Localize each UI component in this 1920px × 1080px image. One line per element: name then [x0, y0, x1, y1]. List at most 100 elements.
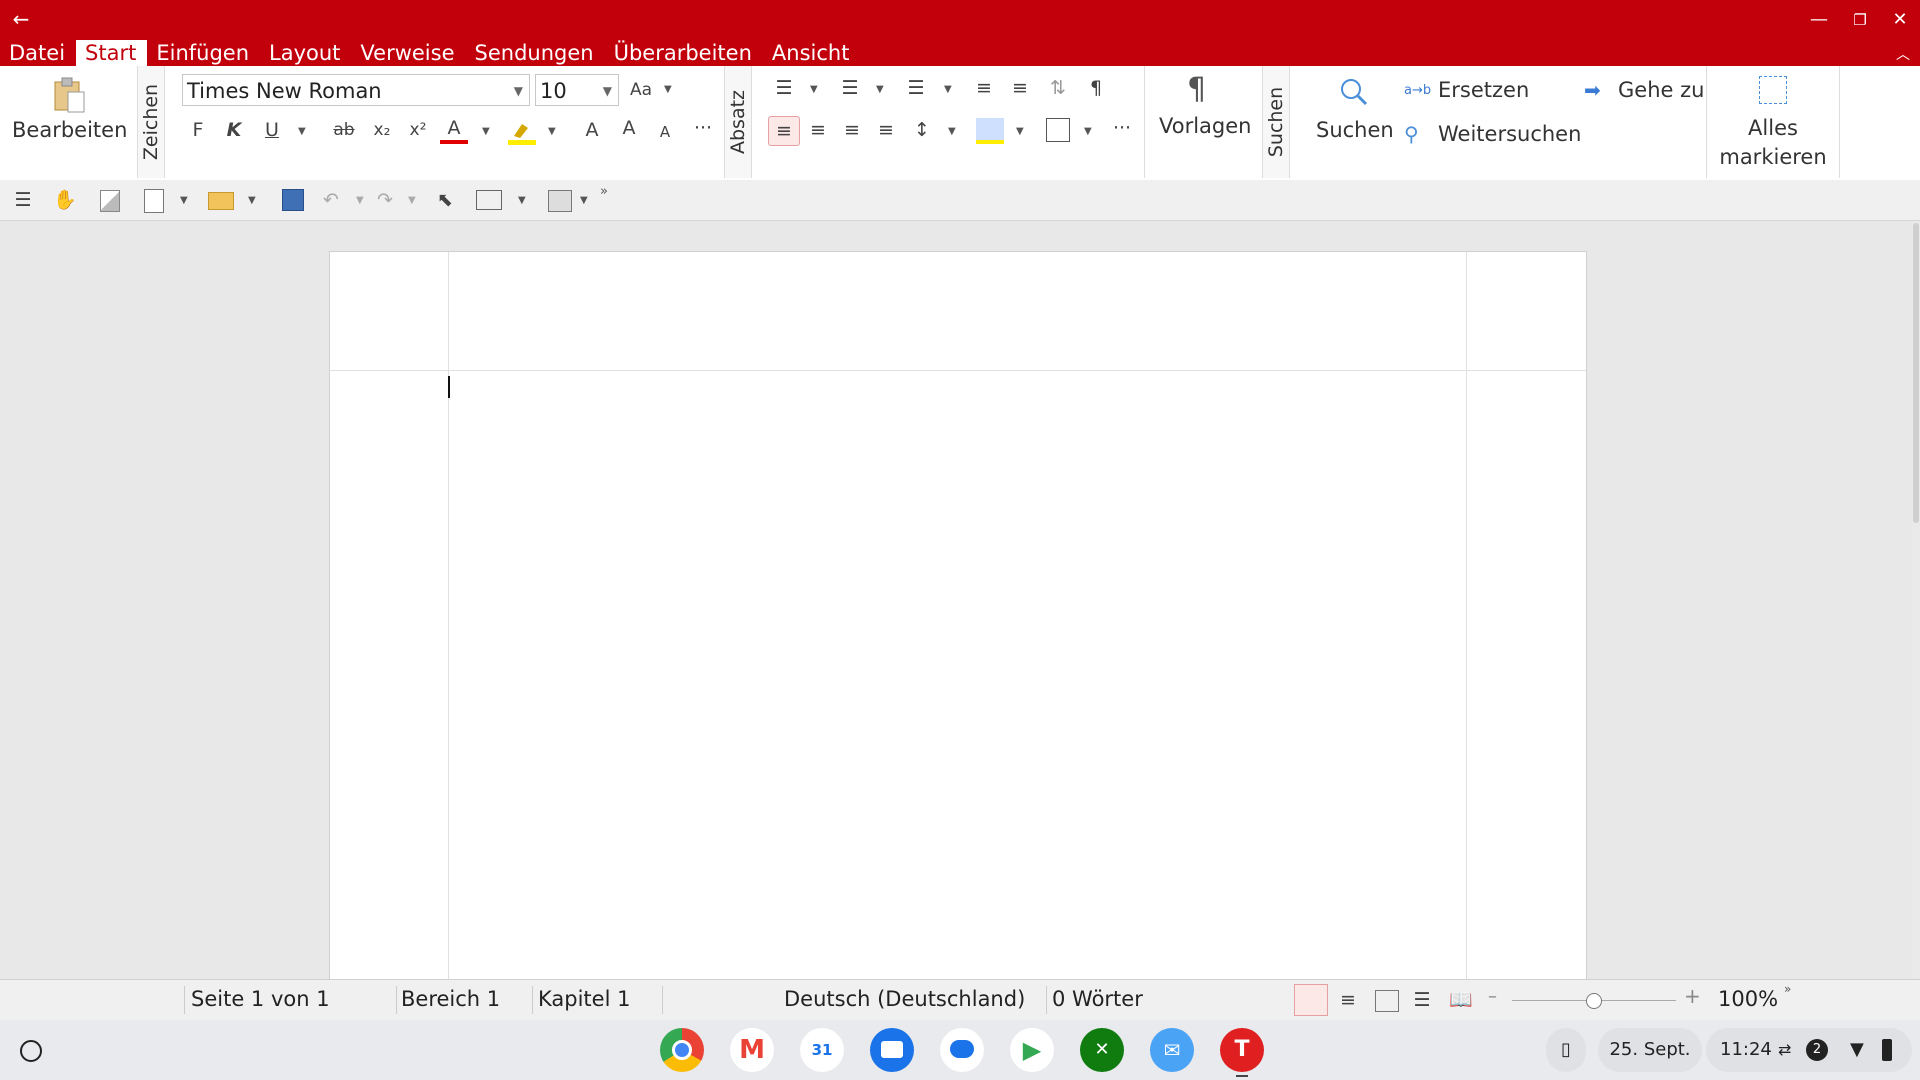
open-folder-icon[interactable] [208, 192, 234, 210]
textmaker-icon[interactable]: T [1220, 1028, 1264, 1072]
view-outline-icon[interactable]: ☰ [1410, 986, 1434, 1014]
mail-icon[interactable]: ✉ [1150, 1028, 1194, 1072]
minimize-icon[interactable]: — [1805, 8, 1833, 32]
chevron-down-icon[interactable]: ▼ [1084, 126, 1092, 137]
find-next-button[interactable]: ⚲ Weitersuchen [1404, 120, 1581, 148]
scrollbar-thumb[interactable] [1913, 223, 1919, 523]
game-pass-icon[interactable]: ✕ [1080, 1028, 1124, 1072]
group-absatz[interactable]: Absatz [724, 66, 752, 178]
hand-icon[interactable]: ✋ [52, 186, 78, 214]
clear-format-icon[interactable]: A [578, 116, 606, 144]
view-page-icon[interactable] [1294, 984, 1328, 1016]
chevron-down-icon[interactable]: ▼ [1016, 126, 1024, 137]
overflow-icon[interactable]: » [600, 184, 608, 199]
menu-einfuegen[interactable]: Einfügen [147, 40, 260, 66]
language-status[interactable]: Deutsch (Deutschland) [784, 987, 1025, 1011]
align-right-icon[interactable]: ≡ [838, 116, 866, 144]
view-continuous-icon[interactable]: ≡ [1336, 986, 1360, 1014]
group-zeichen[interactable]: Zeichen [137, 66, 165, 178]
group-suchen[interactable]: Suchen [1262, 66, 1290, 178]
menu-datei[interactable]: Datei [0, 40, 76, 66]
multilevel-list-icon[interactable]: ☰ [902, 74, 930, 102]
align-center-icon[interactable]: ≡ [804, 116, 832, 144]
menu-start[interactable]: Start [76, 40, 148, 66]
zoom-level[interactable]: 100% [1718, 987, 1778, 1011]
grow-font-icon[interactable]: A [616, 114, 642, 142]
select-all-button[interactable]: Alles markieren [1706, 66, 1840, 178]
justify-icon[interactable]: ≡ [872, 116, 900, 144]
launcher-icon[interactable] [20, 1040, 42, 1062]
vertical-scrollbar[interactable] [1912, 221, 1920, 979]
zoom-out-icon[interactable]: – [1488, 986, 1497, 1007]
chevron-down-icon[interactable]: ▼ [356, 195, 364, 206]
goto-button[interactable]: ➡ Gehe zu [1584, 76, 1704, 104]
view-single-icon[interactable] [1375, 990, 1399, 1012]
gmail-icon[interactable]: M [730, 1028, 774, 1072]
holding-space-icon[interactable]: ▯ [1546, 1028, 1586, 1072]
arrow-left-icon[interactable]: ← [8, 6, 34, 32]
numbered-list-icon[interactable]: ☰ [836, 74, 864, 102]
save-icon[interactable] [282, 189, 304, 211]
chevron-down-icon[interactable]: ▼ [548, 126, 556, 137]
play-store-icon[interactable]: ▶ [1010, 1028, 1054, 1072]
change-case-icon[interactable]: Aa [626, 76, 656, 104]
status-tray[interactable]: 11:24 ⇄ 2 ▼ [1706, 1028, 1912, 1072]
subscript-button[interactable]: x₂ [368, 116, 396, 144]
chrome-icon[interactable] [660, 1028, 704, 1072]
shading-icon[interactable] [976, 118, 1004, 144]
collapse-ribbon-icon[interactable]: ︿ [1896, 44, 1910, 64]
close-icon[interactable]: ✕ [1886, 8, 1914, 32]
decrease-indent-icon[interactable]: ≡ [970, 74, 998, 102]
menu-layout[interactable]: Layout [260, 40, 351, 66]
table-icon[interactable] [548, 190, 572, 212]
highlight-icon[interactable] [508, 120, 536, 145]
menu-sendungen[interactable]: Sendungen [466, 40, 605, 66]
more-icon[interactable]: ··· [690, 114, 716, 142]
line-spacing-icon[interactable]: ↕ [908, 116, 936, 144]
styles-button[interactable]: ¶ Vorlagen [1144, 66, 1263, 178]
align-left-icon[interactable]: ≡ [768, 116, 800, 146]
replace-button[interactable]: a→b Ersetzen [1404, 76, 1529, 104]
messages-icon[interactable] [940, 1028, 984, 1072]
view-book-icon[interactable]: 📖 [1448, 986, 1474, 1014]
chevron-down-icon[interactable]: ▼ [810, 84, 818, 95]
chevron-down-icon[interactable]: ▼ [580, 195, 588, 206]
chevron-down-icon[interactable]: ▼ [408, 195, 416, 206]
chevron-down-icon[interactable]: ▼ [518, 195, 526, 206]
underline-button[interactable]: U [260, 116, 284, 144]
chevron-down-icon[interactable]: ▼ [248, 195, 256, 206]
more-icon[interactable]: ··· [1108, 114, 1136, 142]
chevron-down-icon[interactable]: ▼ [482, 126, 490, 137]
font-size-combo[interactable]: 10 ▼ [535, 74, 619, 106]
italic-button[interactable]: K [222, 116, 246, 144]
page-view-icon[interactable] [100, 190, 120, 212]
calendar-icon[interactable]: 31 [800, 1028, 844, 1072]
borders-icon[interactable] [1046, 118, 1070, 142]
chevron-down-icon[interactable]: ▼ [876, 84, 884, 95]
increase-indent-icon[interactable]: ≡ [1006, 74, 1034, 102]
shrink-font-icon[interactable]: A [652, 118, 678, 146]
date-pill[interactable]: 25. Sept. [1598, 1028, 1702, 1072]
zoom-slider-thumb[interactable] [1586, 993, 1602, 1009]
menu-ansicht[interactable]: Ansicht [763, 40, 861, 66]
chevron-down-icon[interactable]: ▼ [298, 126, 306, 137]
overflow-icon[interactable]: » [1784, 982, 1791, 996]
bullet-list-icon[interactable]: ☰ [770, 74, 798, 102]
font-name-combo[interactable]: Times New Roman ▼ [182, 74, 530, 106]
undo-icon[interactable]: ↶ [318, 186, 344, 214]
pointer-icon[interactable]: ⬉ [432, 186, 458, 214]
zoom-in-icon[interactable]: + [1684, 984, 1701, 1008]
strikethrough-icon[interactable]: ab [330, 116, 358, 144]
chevron-down-icon[interactable]: ▼ [948, 126, 956, 137]
restore-icon[interactable]: ❐ [1846, 8, 1874, 32]
redo-icon[interactable]: ↷ [372, 186, 398, 214]
menu-ueberarbeiten[interactable]: Überarbeiten [605, 40, 763, 66]
pilcrow-icon[interactable]: ¶ [1082, 74, 1110, 102]
chevron-down-icon[interactable]: ▼ [664, 84, 672, 95]
chevron-down-icon[interactable]: ▼ [944, 84, 952, 95]
sort-icon[interactable]: ⇅ [1044, 74, 1072, 102]
bold-button[interactable]: F [186, 116, 210, 144]
edit-button[interactable]: Bearbeiten [6, 70, 130, 170]
superscript-button[interactable]: x² [404, 116, 432, 144]
search-button[interactable]: Suchen [1308, 66, 1398, 176]
